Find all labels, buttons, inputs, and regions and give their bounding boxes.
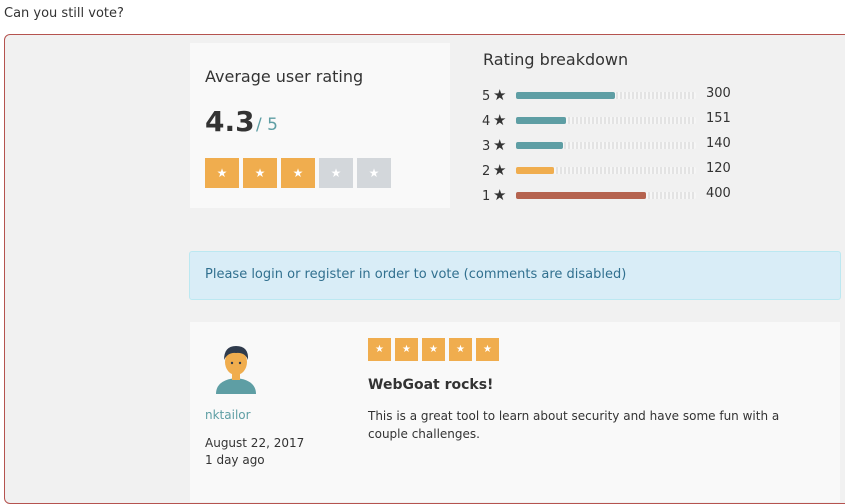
star-icon: ★ [493, 86, 507, 104]
rating-star-3[interactable]: ★ [281, 158, 315, 188]
rating-star-1[interactable]: ★ [205, 158, 239, 188]
rating-breakdown-title: Rating breakdown [483, 50, 629, 69]
star-icon: ★ [292, 166, 304, 180]
breakdown-stars-label: 3 [482, 139, 491, 154]
comment-star: ★ [476, 338, 499, 361]
breakdown-bar-track [516, 92, 696, 99]
breakdown-bar-fill [516, 167, 554, 174]
comment-body: This is a great tool to learn about secu… [368, 409, 780, 441]
star-icon: ★ [402, 344, 411, 355]
breakdown-bar-fill [516, 192, 646, 199]
breakdown-bar-track [516, 117, 696, 124]
breakdown-stars-label: 5 [482, 89, 491, 104]
comment-card: nktailor August 22, 2017 1 day ago ★ ★ ★… [190, 322, 840, 502]
breakdown-row-2: 2 ★ 120 [482, 161, 742, 181]
breakdown-stars-label: 1 [482, 189, 491, 204]
average-rating-stars: ★ ★ ★ ★ ★ [205, 158, 391, 188]
comment-title: WebGoat rocks! [368, 377, 494, 393]
user-avatar-icon [216, 346, 256, 394]
average-rating-card: Average user rating 4.3 / 5 ★ ★ ★ ★ ★ [190, 43, 450, 208]
login-alert: Please login or register in order to vot… [189, 251, 841, 300]
rating-star-2[interactable]: ★ [243, 158, 277, 188]
comment-relative-time: 1 day ago [205, 453, 265, 467]
star-icon: ★ [368, 166, 380, 180]
breakdown-count: 151 [706, 111, 731, 126]
breakdown-bar-track [516, 192, 696, 199]
comment-rating-stars: ★ ★ ★ ★ ★ [368, 338, 499, 361]
breakdown-row-4: 4 ★ 151 [482, 111, 742, 131]
star-icon: ★ [216, 166, 228, 180]
breakdown-bar-track [516, 142, 696, 149]
star-icon: ★ [493, 111, 507, 129]
star-icon: ★ [493, 136, 507, 154]
breakdown-count: 300 [706, 86, 731, 101]
comment-star: ★ [395, 338, 418, 361]
breakdown-stars-label: 4 [482, 114, 491, 129]
star-icon: ★ [483, 344, 492, 355]
breakdown-row-1: 1 ★ 400 [482, 186, 742, 206]
comment-star: ★ [449, 338, 472, 361]
average-rating-value: 4.3 [205, 105, 255, 138]
breakdown-bar-fill [516, 117, 567, 124]
star-icon: ★ [493, 161, 507, 179]
breakdown-bar-fill [516, 92, 615, 99]
star-icon: ★ [254, 166, 266, 180]
breakdown-count: 140 [706, 136, 731, 151]
average-rating-max: / 5 [256, 115, 278, 135]
star-icon: ★ [429, 344, 438, 355]
comment-date: August 22, 2017 [205, 436, 305, 450]
star-icon: ★ [375, 344, 384, 355]
star-icon: ★ [493, 186, 507, 204]
page-question: Can you still vote? [4, 6, 124, 21]
breakdown-stars-label: 2 [482, 164, 491, 179]
star-icon: ★ [330, 166, 342, 180]
rating-star-5[interactable]: ★ [357, 158, 391, 188]
breakdown-count: 120 [706, 161, 731, 176]
rating-star-4[interactable]: ★ [319, 158, 353, 188]
breakdown-row-5: 5 ★ 300 [482, 86, 742, 106]
login-alert-text: Please login or register in order to vot… [205, 267, 627, 282]
breakdown-row-3: 3 ★ 140 [482, 136, 742, 156]
star-icon: ★ [456, 344, 465, 355]
comment-star: ★ [422, 338, 445, 361]
breakdown-bar-track [516, 167, 696, 174]
breakdown-count: 400 [706, 186, 731, 201]
average-rating-title: Average user rating [205, 67, 364, 86]
comment-username-link[interactable]: nktailor [205, 408, 251, 422]
comment-star: ★ [368, 338, 391, 361]
breakdown-bar-fill [516, 142, 563, 149]
